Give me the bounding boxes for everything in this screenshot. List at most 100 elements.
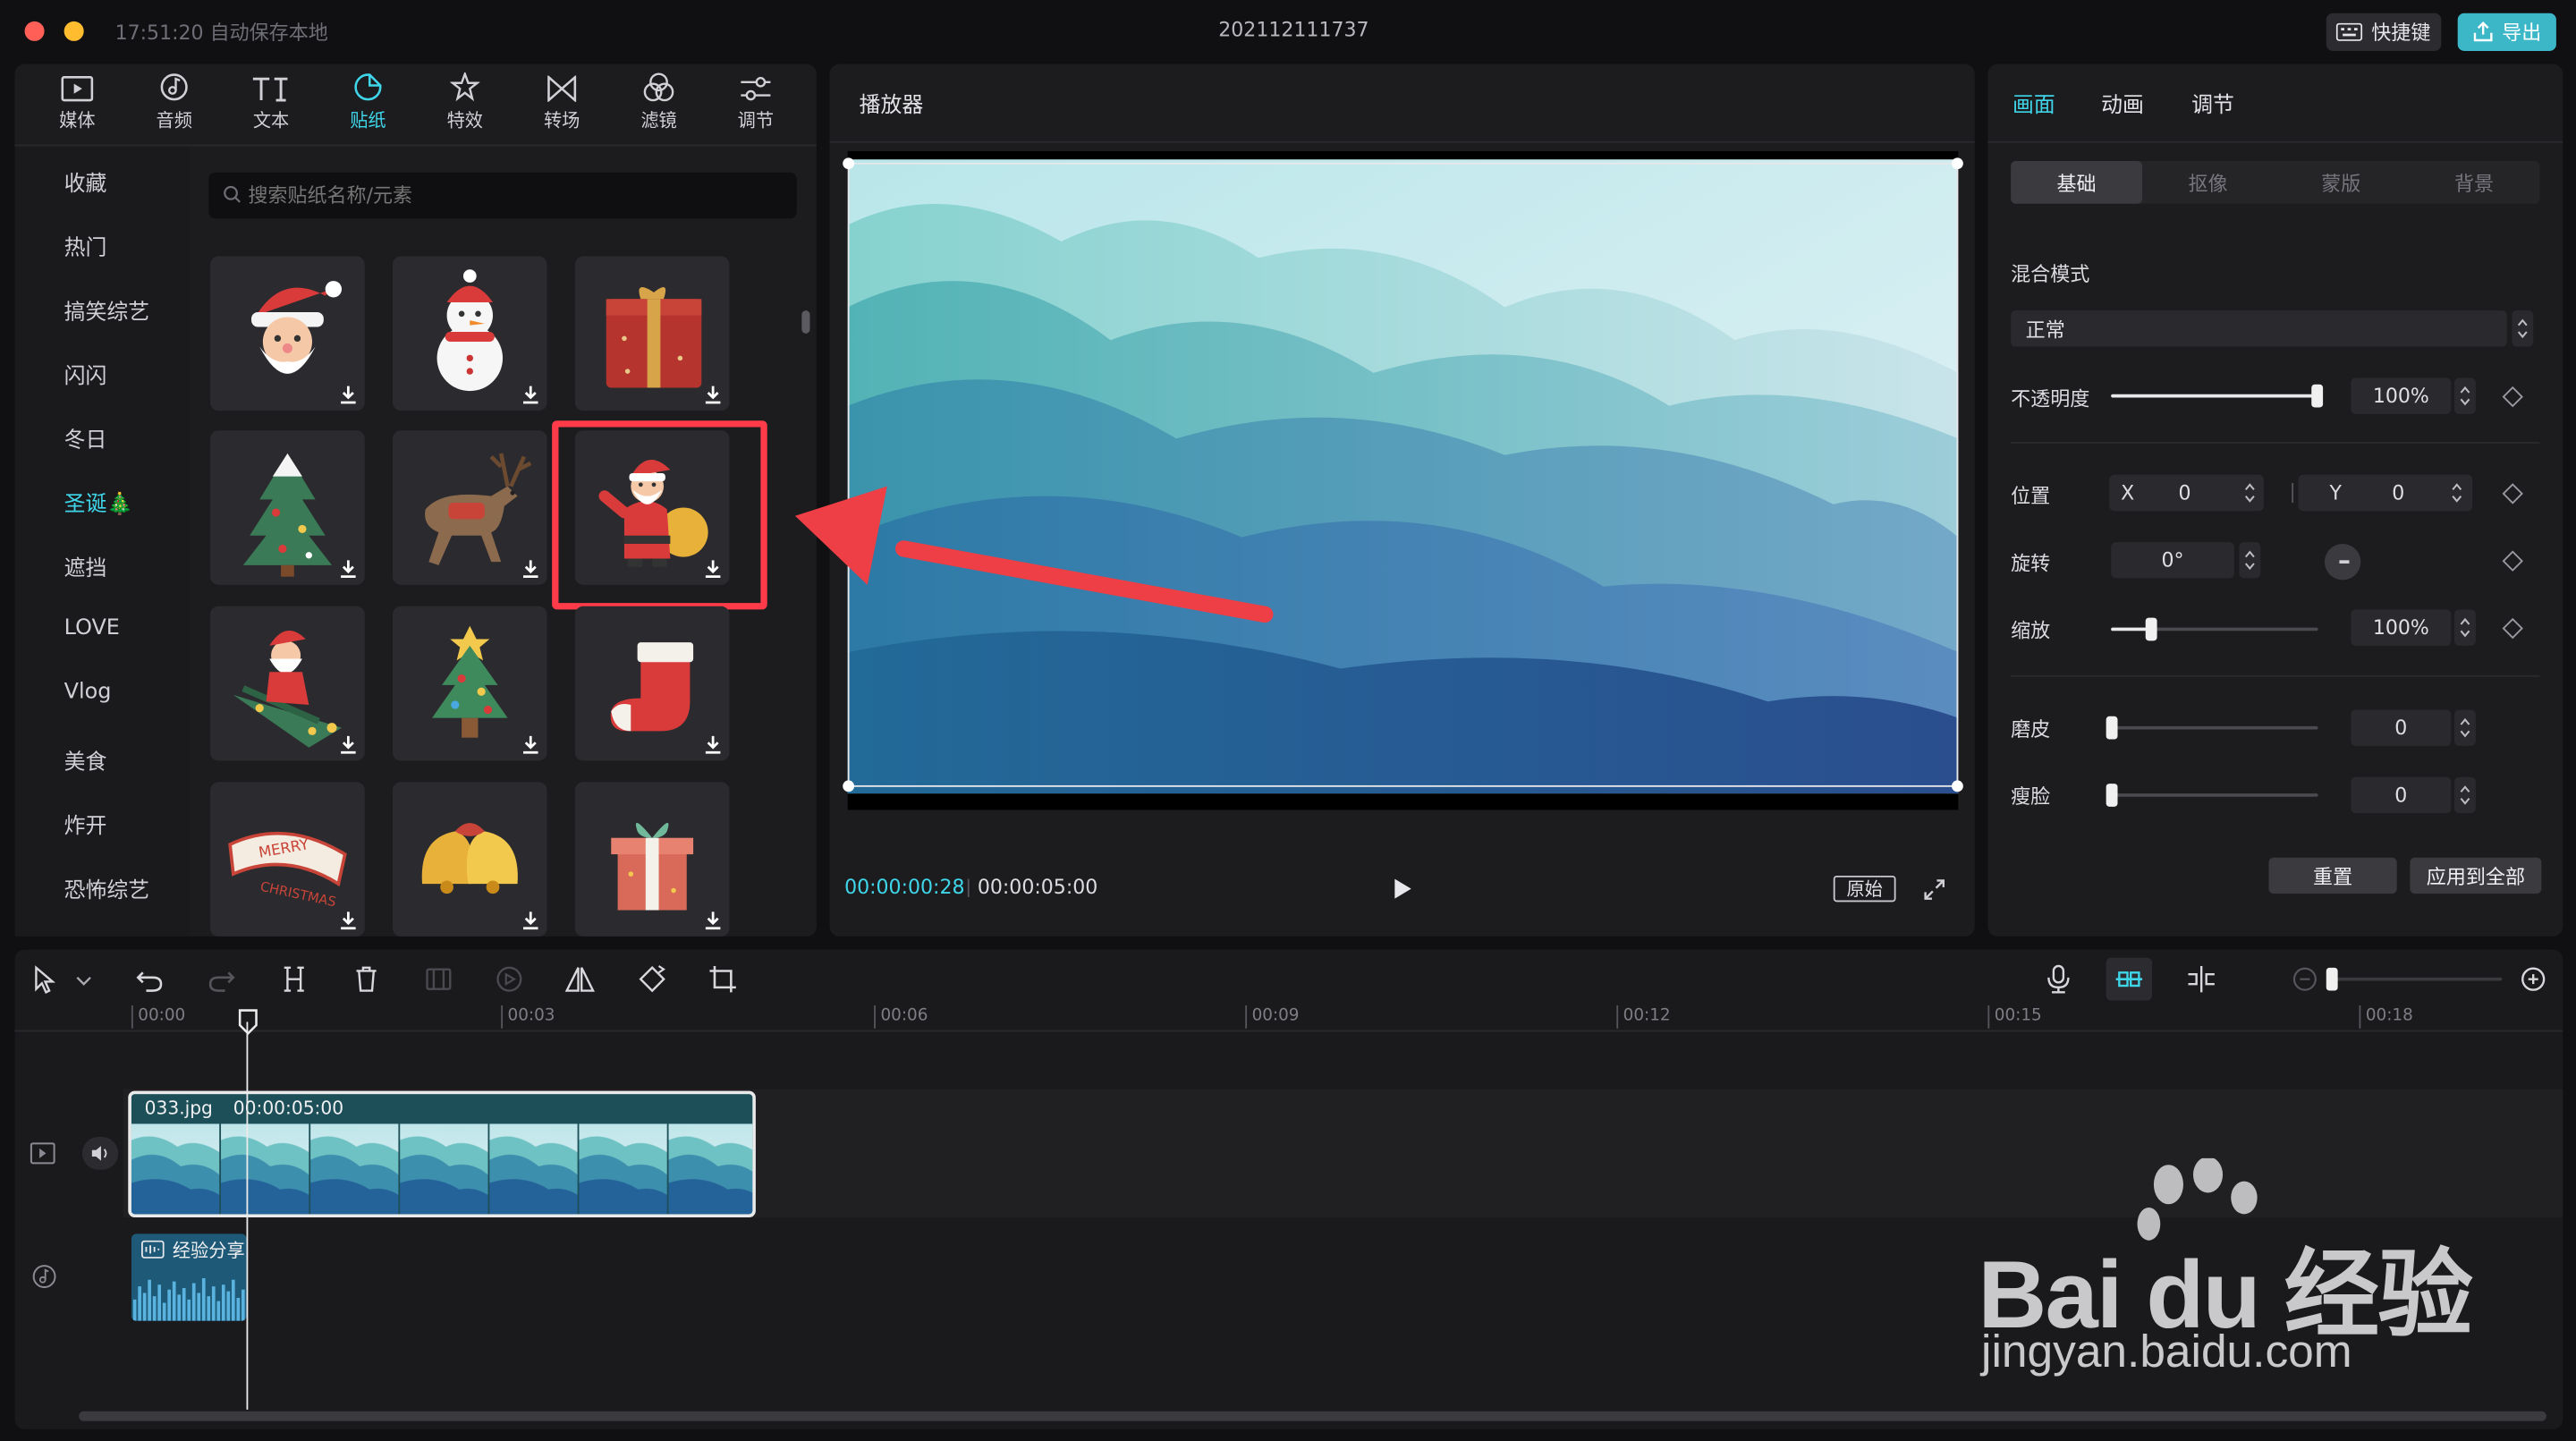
rotate-icon[interactable] [636, 962, 669, 996]
reverse-play-icon[interactable] [493, 962, 526, 996]
zoom-slider-knob[interactable] [2326, 967, 2338, 991]
tool-adjust[interactable]: 调节 [709, 64, 801, 140]
skin-smooth-input[interactable]: 0 [2351, 709, 2452, 746]
subtab-mask[interactable]: 蒙版 [2275, 161, 2407, 204]
download-icon[interactable] [338, 558, 358, 579]
sticker-reindeer[interactable] [392, 430, 547, 585]
sticker-merry-christmas-ribbon[interactable]: MERRY CHRISTMAS [210, 782, 365, 937]
chevron-down-icon[interactable] [67, 962, 100, 996]
tab-picture[interactable]: 画面 [2012, 87, 2055, 119]
tool-media[interactable]: 媒体 [31, 64, 123, 140]
category-sparkle[interactable]: 闪闪 [64, 358, 107, 390]
download-icon[interactable] [521, 558, 540, 579]
tool-text[interactable]: 文本 [225, 64, 318, 140]
scale-slider-knob[interactable] [2145, 617, 2157, 641]
download-icon[interactable] [338, 385, 358, 404]
download-icon[interactable] [703, 734, 723, 754]
rotation-keyframe-icon[interactable] [2502, 550, 2523, 572]
sticker-decorated-tree[interactable] [392, 606, 547, 761]
sticker-search-box[interactable] [208, 172, 797, 219]
download-icon[interactable] [703, 385, 723, 404]
category-christmas[interactable]: 圣诞🎄 [64, 487, 133, 518]
category-winter[interactable]: 冬日 [64, 422, 107, 453]
microphone-icon[interactable] [2042, 962, 2075, 996]
playhead-handle[interactable] [238, 1009, 258, 1036]
sticker-present[interactable] [574, 782, 730, 937]
category-vlog[interactable]: Vlog [64, 680, 112, 705]
zoom-out-icon[interactable] [2289, 962, 2322, 996]
mirror-icon[interactable] [564, 962, 597, 996]
scale-stepper[interactable] [2454, 609, 2476, 646]
download-icon[interactable] [338, 911, 358, 930]
resize-handle-bl[interactable] [843, 780, 855, 793]
position-y-field[interactable]: Y 0 [2298, 474, 2473, 512]
export-button[interactable]: 导出 [2457, 13, 2556, 51]
track-mute-button[interactable] [81, 1136, 119, 1170]
face-slim-stepper[interactable] [2454, 776, 2476, 814]
position-keyframe-icon[interactable] [2502, 483, 2523, 504]
tool-sticker[interactable]: 贴纸 [322, 64, 414, 140]
opacity-stepper[interactable] [2454, 377, 2476, 414]
position-x-field[interactable]: X 0 [2109, 474, 2264, 512]
audio-track-icon[interactable] [31, 1263, 57, 1289]
zoom-slider-track[interactable] [2326, 977, 2503, 981]
fullscreen-icon[interactable] [1924, 879, 1945, 901]
sticker-santa-on-tree[interactable] [210, 606, 365, 761]
delete-icon[interactable] [350, 962, 383, 996]
close-window-button[interactable] [24, 21, 45, 41]
video-clip[interactable]: 033.jpg 00:00:05:00 [128, 1090, 756, 1217]
resize-handle-br[interactable] [1951, 780, 1963, 793]
tool-effects[interactable]: 特效 [419, 64, 511, 140]
category-funny-variety[interactable]: 搞笑综艺 [64, 294, 150, 326]
scale-input[interactable]: 100% [2351, 609, 2452, 646]
redo-icon[interactable] [206, 962, 239, 996]
opacity-keyframe-icon[interactable] [2502, 386, 2523, 408]
timeline-horizontal-scrollbar[interactable] [79, 1411, 2546, 1421]
shortcut-button[interactable]: 快捷键 [2326, 13, 2442, 51]
resize-handle-tl[interactable] [843, 157, 855, 170]
reset-button[interactable]: 重置 [2268, 857, 2397, 894]
download-icon[interactable] [338, 734, 358, 754]
scale-keyframe-icon[interactable] [2502, 617, 2523, 640]
skin-smooth-stepper[interactable] [2454, 709, 2476, 746]
category-horror-variety[interactable]: 恐怖综艺 [64, 872, 150, 904]
apply-to-all-button[interactable]: 应用到全部 [2410, 857, 2542, 894]
opacity-slider-track[interactable] [2111, 394, 2318, 398]
sticker-golden-bells[interactable] [392, 782, 547, 937]
split-icon[interactable] [277, 962, 310, 996]
rotation-dial[interactable] [2324, 543, 2361, 581]
play-icon[interactable] [1394, 877, 1413, 901]
category-food[interactable]: 美食 [64, 744, 107, 776]
skin-smooth-slider-track[interactable] [2111, 725, 2318, 730]
opacity-slider-knob[interactable] [2311, 384, 2324, 408]
sticker-grid-scrollbar[interactable] [801, 310, 810, 334]
face-slim-slider-track[interactable] [2111, 793, 2318, 797]
select-tool-icon[interactable] [30, 962, 63, 996]
tool-audio[interactable]: 音频 [128, 64, 220, 140]
resize-handle-tr[interactable] [1951, 157, 1963, 170]
minimize-window-button[interactable] [64, 21, 84, 41]
track-cover-icon[interactable] [30, 1142, 55, 1166]
freeze-frame-icon[interactable] [422, 962, 455, 996]
link-clips-icon[interactable] [2185, 962, 2218, 996]
tab-adjust[interactable]: 调节 [2191, 87, 2234, 119]
skin-smooth-slider-knob[interactable] [2106, 716, 2118, 740]
subtab-background[interactable]: 背景 [2409, 161, 2540, 204]
category-hot[interactable]: 热门 [64, 230, 107, 261]
undo-icon[interactable] [133, 962, 166, 996]
sticker-gift-box[interactable] [574, 256, 730, 411]
sticker-christmas-tree-snow[interactable] [210, 430, 365, 585]
audio-clip[interactable]: 经验分享 [131, 1233, 247, 1321]
tab-animation[interactable]: 动画 [2101, 87, 2144, 119]
download-icon[interactable] [703, 911, 723, 930]
sticker-search-input[interactable] [248, 181, 775, 211]
rotation-stepper[interactable] [2239, 542, 2261, 579]
zoom-in-icon[interactable] [2517, 962, 2550, 996]
snap-toggle-button[interactable] [2106, 957, 2153, 1001]
category-favorites[interactable]: 收藏 [64, 166, 107, 198]
face-slim-input[interactable]: 0 [2351, 776, 2452, 814]
subtab-keying[interactable]: 抠像 [2142, 161, 2274, 204]
tool-filter[interactable]: 滤镜 [613, 64, 705, 140]
crop-icon[interactable] [707, 962, 740, 996]
tool-transition[interactable]: 转场 [516, 64, 608, 140]
